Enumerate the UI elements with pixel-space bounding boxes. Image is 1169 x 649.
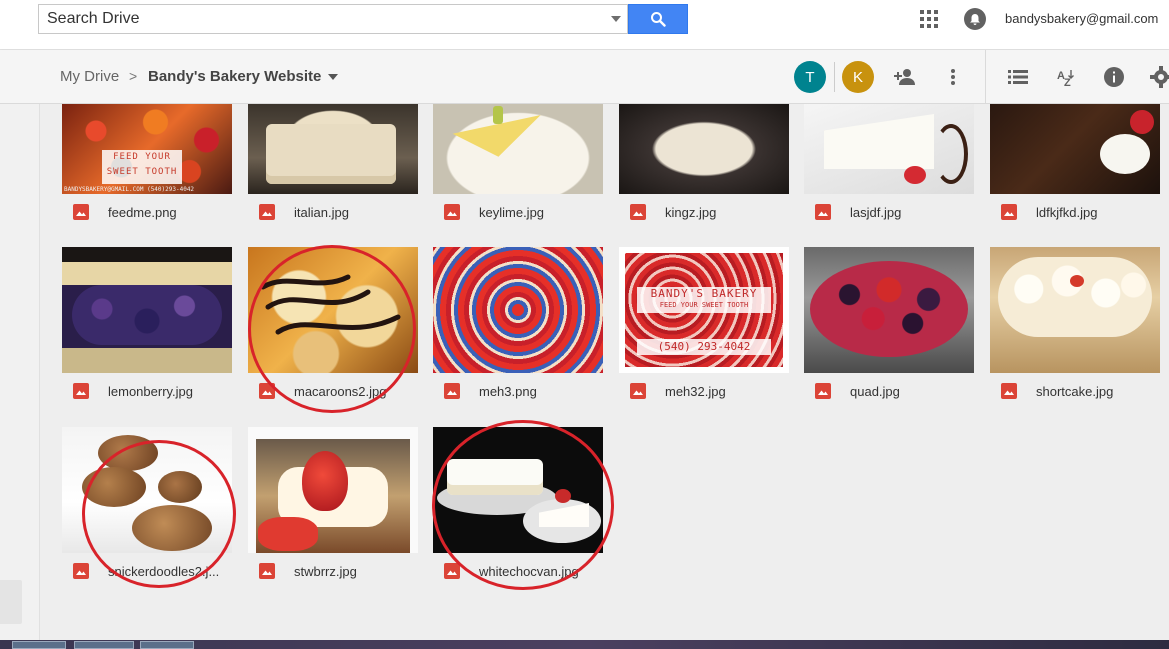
search-options-dropdown-icon[interactable] — [611, 16, 621, 22]
file-name: italian.jpg — [294, 204, 349, 220]
file-name-row: meh3.png — [433, 381, 603, 401]
image-file-icon — [259, 383, 275, 399]
taskbar-start-button[interactable] — [12, 641, 66, 649]
thumbnail-italian — [248, 104, 418, 194]
image-file-icon — [444, 383, 460, 399]
thumbnail-stwbrrz — [248, 427, 418, 553]
search-icon — [651, 12, 666, 27]
image-file-icon — [73, 383, 89, 399]
more-vert-icon[interactable] — [940, 64, 966, 90]
sort-az-icon[interactable]: AZ — [1053, 64, 1079, 90]
thumbnail-feedme: FEED YOUR SWEET TOOTH BANDYSBAKERY@GMAIL… — [62, 104, 232, 194]
file-name-row: snickerdoodles2.j... — [62, 561, 232, 581]
image-file-icon — [444, 204, 460, 220]
image-file-icon — [444, 563, 460, 579]
thumb-text: FEED YOUR SWEET TOOTH — [659, 301, 749, 309]
divider — [834, 62, 835, 92]
thumbnail-kingz — [619, 104, 789, 194]
thumb-text: (540) 293-4042 — [637, 339, 771, 355]
file-name: meh3.png — [479, 383, 537, 399]
collaborator-avatar-k[interactable]: K — [842, 61, 874, 93]
top-bar: bandysbakery@gmail.com — [0, 0, 1169, 50]
taskbar-app-button[interactable] — [74, 641, 134, 649]
file-name-row: kingz.jpg — [619, 202, 789, 222]
image-file-icon — [815, 383, 831, 399]
left-sidebar-collapsed — [0, 104, 40, 640]
file-name-row: lemonberry.jpg — [62, 381, 232, 401]
thumbnail-macaroons2 — [248, 247, 418, 373]
thumbnail-snickerdoodles2 — [62, 427, 232, 553]
file-name: shortcake.jpg — [1036, 383, 1114, 399]
file-name: snickerdoodles2.j... — [108, 563, 220, 579]
image-file-icon — [73, 563, 89, 579]
file-name-row: italian.jpg — [248, 202, 418, 222]
file-name-row: feedme.png — [62, 202, 232, 222]
collaborator-avatar-t[interactable]: T — [794, 61, 826, 93]
file-name: quad.jpg — [850, 383, 900, 399]
folder-menu-dropdown-icon[interactable] — [328, 74, 338, 80]
file-name-row: macaroons2.jpg — [248, 381, 418, 401]
file-name-row: quad.jpg — [804, 381, 974, 401]
thumbnail-quad — [804, 247, 974, 373]
chevron-right-icon: > — [129, 68, 138, 84]
search-button[interactable] — [628, 4, 688, 34]
thumb-text: BANDYSBAKERY@GMAIL.COM (540)293-4042 — [64, 186, 195, 193]
breadcrumb-current-folder[interactable]: Bandy's Bakery Website — [148, 68, 321, 85]
thumbnail-meh3 — [433, 247, 603, 373]
file-name: kingz.jpg — [665, 204, 717, 220]
thumbnail-ldfkjfkd — [990, 104, 1160, 194]
settings-gear-icon[interactable] — [1148, 64, 1169, 90]
search-input[interactable] — [39, 5, 599, 33]
image-file-icon — [815, 204, 831, 220]
image-file-icon — [630, 383, 646, 399]
thumb-text: BANDY'S BAKERY — [650, 287, 758, 300]
image-file-icon — [259, 563, 275, 579]
sidebar-handle[interactable] — [0, 580, 22, 624]
file-name-row: whitechocvan.jpg — [433, 561, 603, 581]
breadcrumb-my-drive[interactable]: My Drive — [60, 68, 119, 85]
file-name: macaroons2.jpg — [294, 383, 387, 399]
file-name: stwbrrz.jpg — [294, 563, 357, 579]
image-file-icon — [1001, 204, 1017, 220]
thumbnail-lasjdf — [804, 104, 974, 194]
thumbnail-meh32: BANDY'S BAKERY FEED YOUR SWEET TOOTH (54… — [619, 247, 789, 373]
drive-toolbar: My Drive > Bandy's Bakery Website T K AZ — [0, 50, 1169, 104]
info-icon[interactable] — [1101, 64, 1127, 90]
thumbnail-keylime — [433, 104, 603, 194]
file-name: lasjdf.jpg — [850, 204, 902, 220]
search-box[interactable] — [38, 4, 628, 34]
list-view-icon[interactable] — [1005, 64, 1031, 90]
notifications-bell-icon[interactable] — [964, 8, 986, 30]
file-name: keylime.jpg — [479, 204, 545, 220]
taskbar-app-button[interactable] — [140, 641, 194, 649]
thumbnail-whitechocvan — [433, 427, 603, 553]
image-file-icon — [630, 204, 646, 220]
thumb-text: SWEET TOOTH — [106, 167, 178, 177]
thumbnail-lemonberry — [62, 247, 232, 373]
file-name: whitechocvan.jpg — [479, 563, 579, 579]
file-name-row: lasjdf.jpg — [804, 202, 974, 222]
image-file-icon — [73, 204, 89, 220]
add-person-icon[interactable] — [892, 64, 918, 90]
toolbar-divider — [985, 50, 986, 104]
file-name: lemonberry.jpg — [108, 383, 194, 399]
account-email[interactable]: bandysbakery@gmail.com — [1005, 11, 1158, 26]
file-name-row: stwbrrz.jpg — [248, 561, 418, 581]
image-file-icon — [1001, 383, 1017, 399]
file-name-row: keylime.jpg — [433, 202, 603, 222]
file-name: meh32.jpg — [665, 383, 726, 399]
file-name: ldfkjfkd.jpg — [1036, 204, 1098, 220]
file-name-row: ldfkjfkd.jpg — [990, 202, 1160, 222]
file-name-row: meh32.jpg — [619, 381, 789, 401]
thumbnail-shortcake — [990, 247, 1160, 373]
file-name: feedme.png — [108, 204, 177, 220]
thumb-text: FEED YOUR — [113, 152, 171, 162]
image-file-icon — [259, 204, 275, 220]
file-name-row: shortcake.jpg — [990, 381, 1160, 401]
svg-text:Z: Z — [1064, 77, 1071, 87]
file-grid: FEED YOUR SWEET TOOTH BANDYSBAKERY@GMAIL… — [40, 104, 1169, 640]
apps-grid-icon[interactable] — [920, 10, 938, 28]
os-taskbar — [0, 640, 1169, 649]
